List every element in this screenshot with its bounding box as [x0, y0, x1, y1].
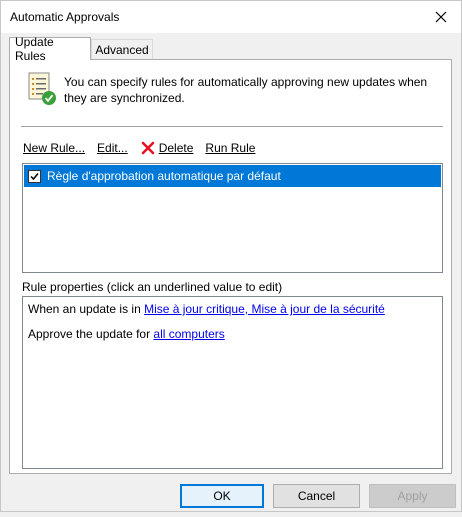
run-rule-label: Run Rule	[205, 141, 256, 155]
title-bar: Automatic Approvals	[1, 1, 461, 33]
ok-button[interactable]: OK	[180, 484, 264, 508]
ok-label: OK	[213, 489, 231, 503]
classification-link[interactable]: Mise à jour critique, Mise à jour de la …	[144, 302, 385, 316]
rule-row[interactable]: Règle d'approbation automatique par défa…	[24, 165, 441, 187]
tab-label: Update Rules	[15, 35, 54, 63]
cancel-button[interactable]: Cancel	[273, 484, 360, 508]
info-line-2: they are synchronized.	[64, 91, 185, 105]
cancel-label: Cancel	[297, 489, 336, 503]
rule-properties-box: When an update is in Mise à jour critiqu…	[22, 296, 443, 469]
tab-label: Advanced	[95, 42, 149, 57]
separator	[21, 126, 443, 127]
rule-label: Règle d'approbation automatique par défa…	[47, 169, 281, 183]
run-rule-button[interactable]: Run Rule	[205, 141, 255, 155]
tab-update-rules[interactable]: Update Rules	[9, 35, 91, 63]
rules-list[interactable]: Règle d'approbation automatique par défa…	[22, 163, 443, 273]
rule-properties-label: Rule properties (click an underlined val…	[22, 280, 283, 294]
info-line-1: You can specify rules for automatically …	[64, 75, 428, 89]
edit-label: Edit...	[97, 141, 128, 155]
property-line-computers: Approve the update for all computers	[28, 327, 225, 341]
document-checklist-icon	[28, 72, 56, 105]
checkmark-icon	[30, 172, 39, 180]
property-prefix: Approve the update for	[28, 327, 154, 341]
info-description: You can specify rules for automatically …	[64, 74, 434, 106]
rule-checkbox[interactable]	[28, 169, 41, 183]
property-line-classification: When an update is in Mise à jour critiqu…	[28, 302, 385, 316]
apply-button[interactable]: Apply	[369, 484, 456, 508]
delete-label: Delete	[158, 141, 194, 155]
update-rules-panel: You can specify rules for automatically …	[9, 59, 452, 474]
edit-button[interactable]: Edit...	[97, 141, 128, 155]
new-rule-label: New Rule...	[23, 141, 86, 155]
apply-label: Apply	[397, 489, 428, 503]
new-rule-button[interactable]: New Rule...	[23, 141, 85, 155]
automatic-approvals-dialog: Automatic Approvals Update Rules Advance…	[0, 0, 462, 512]
close-button[interactable]	[421, 1, 461, 33]
computers-link[interactable]: all computers	[153, 327, 224, 341]
property-prefix: When an update is in	[28, 302, 145, 316]
window-title: Automatic Approvals	[10, 10, 120, 24]
rules-toolbar: New Rule... Edit... Delete Run Rule	[23, 139, 267, 157]
tab-advanced[interactable]: Advanced	[91, 39, 153, 59]
close-icon	[435, 11, 447, 23]
delete-button[interactable]: Delete	[140, 140, 194, 156]
delete-x-icon	[141, 141, 155, 155]
